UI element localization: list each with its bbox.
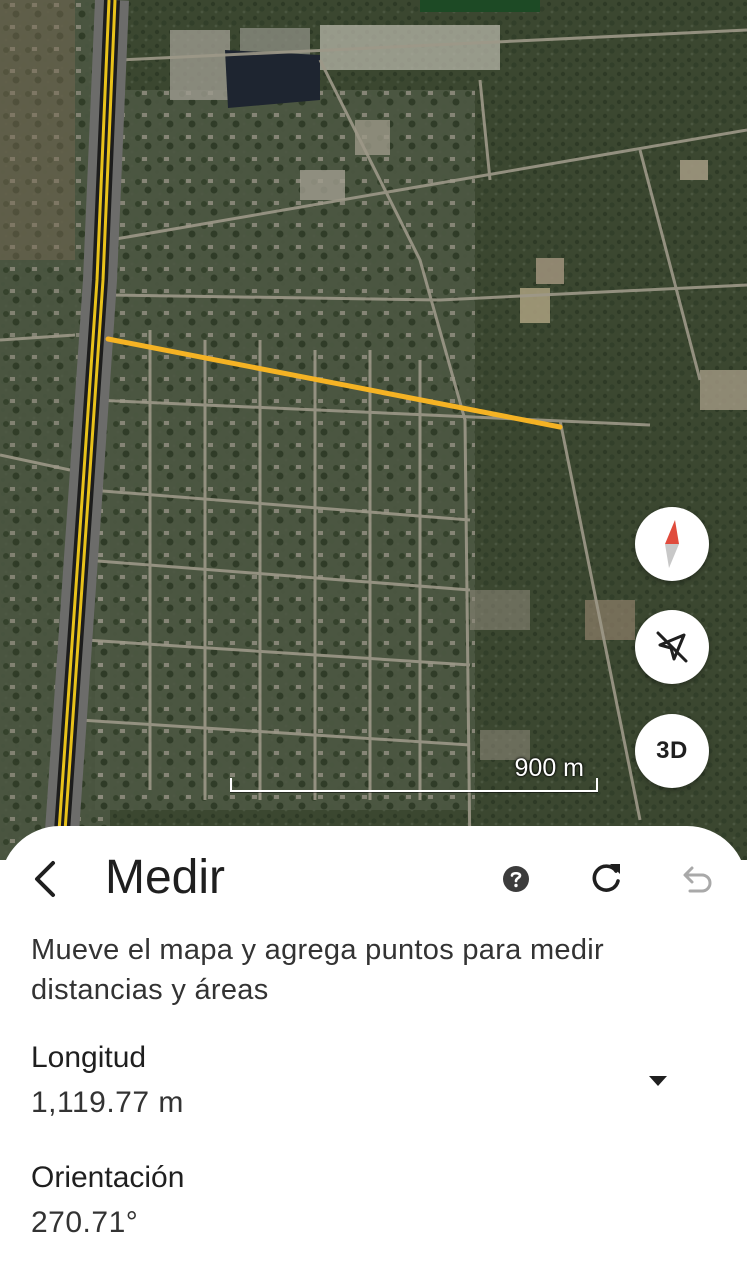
- orientation-label: Orientación: [31, 1161, 185, 1194]
- length-label: Longitud: [31, 1041, 147, 1074]
- length-value: 1,119.77 m: [31, 1086, 184, 1119]
- refresh-icon: [592, 864, 620, 892]
- undo-button[interactable]: [676, 859, 716, 899]
- view-3d-label: 3D: [656, 737, 688, 764]
- location-off-icon: [656, 631, 688, 663]
- compass-button[interactable]: [635, 507, 709, 581]
- undo-icon: [683, 866, 712, 893]
- view-3d-button[interactable]: 3D: [635, 714, 709, 788]
- satellite-map[interactable]: 3D 900 m: [0, 0, 747, 860]
- measure-panel-header: Medir: [0, 826, 747, 926]
- units-dropdown-button[interactable]: [640, 1066, 676, 1096]
- orientation-value: 270.71°: [31, 1206, 139, 1239]
- scale-line: [230, 778, 598, 792]
- location-toggle-button[interactable]: [635, 610, 709, 684]
- panel-title: Medir: [105, 851, 226, 904]
- compass-icon: [665, 520, 679, 568]
- measure-panel: Medir Mueve el mapa y agrega puntos para…: [0, 826, 747, 1280]
- help-button[interactable]: [500, 863, 532, 895]
- caret-down-icon: [649, 1076, 667, 1086]
- map-scale-bar: 900 m: [230, 752, 598, 794]
- chevron-left-icon: [35, 861, 55, 897]
- reset-button[interactable]: [586, 859, 626, 899]
- help-circle-icon: [503, 866, 529, 892]
- panel-description: Mueve el mapa y agrega puntos para medir…: [31, 934, 604, 1006]
- satellite-imagery: [0, 0, 747, 860]
- back-button[interactable]: [22, 854, 66, 904]
